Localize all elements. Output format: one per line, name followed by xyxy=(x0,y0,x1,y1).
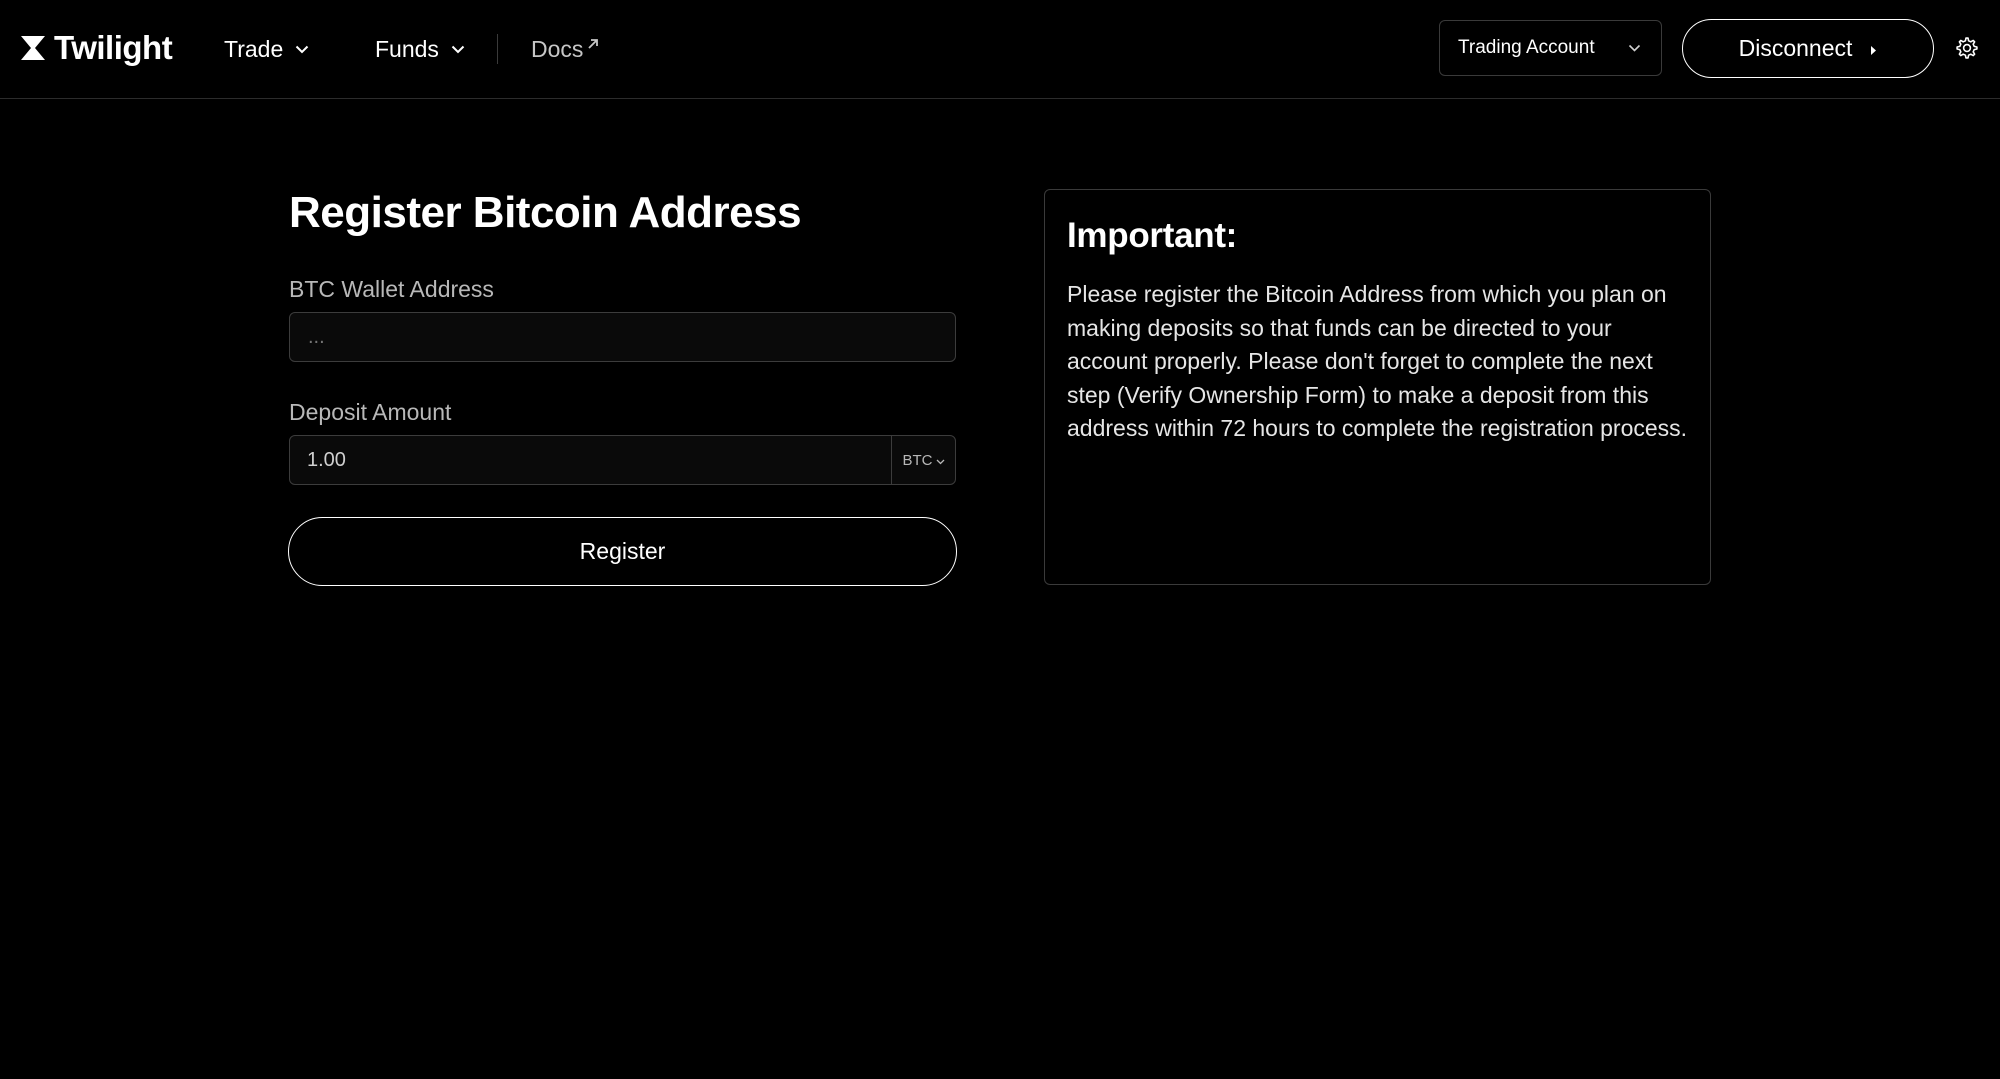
chevron-down-icon xyxy=(1628,44,1641,52)
nav-docs-label: Docs xyxy=(531,35,584,62)
currency-selector[interactable]: BTC xyxy=(891,436,955,484)
deposit-amount-label: Deposit Amount xyxy=(289,399,452,425)
external-link-icon xyxy=(586,30,600,57)
info-card-title: Important: xyxy=(1067,216,1238,255)
deposit-amount-input[interactable]: 1.00 xyxy=(290,436,891,484)
nav-funds-label: Funds xyxy=(375,35,439,62)
chevron-down-icon xyxy=(451,45,465,54)
register-button[interactable]: Register xyxy=(288,517,957,586)
page-title: Register Bitcoin Address xyxy=(289,188,802,237)
chevron-down-icon xyxy=(295,45,309,54)
brand-name: Twilight xyxy=(54,29,173,66)
currency-value: BTC xyxy=(902,451,933,469)
settings-gear-icon[interactable] xyxy=(1955,36,1979,60)
wallet-address-input[interactable] xyxy=(289,312,956,362)
account-selector-value: Trading Account xyxy=(1458,37,1595,58)
top-navigation-bar: Twilight Trade Funds Docs Trading Accoun… xyxy=(0,0,2000,99)
nav-docs-link[interactable]: Docs xyxy=(531,32,600,66)
brand-logo[interactable]: Twilight xyxy=(20,28,173,68)
nav-funds-menu[interactable]: Funds xyxy=(375,32,465,66)
chevron-down-icon xyxy=(936,452,945,469)
disconnect-button[interactable]: Disconnect xyxy=(1682,19,1934,78)
caret-right-icon xyxy=(1870,35,1877,62)
deposit-amount-field: 1.00 BTC xyxy=(289,435,956,485)
account-selector[interactable]: Trading Account xyxy=(1439,20,1662,76)
hourglass-logo-icon xyxy=(20,35,46,61)
nav-trade-label: Trade xyxy=(224,35,284,62)
important-info-card: Important: Please register the Bitcoin A… xyxy=(1044,189,1711,585)
nav-trade-menu[interactable]: Trade xyxy=(224,32,309,66)
wallet-address-label: BTC Wallet Address xyxy=(289,276,494,302)
disconnect-label: Disconnect xyxy=(1738,35,1853,61)
info-card-body: Please register the Bitcoin Address from… xyxy=(1067,281,1688,441)
nav-divider xyxy=(497,34,498,64)
